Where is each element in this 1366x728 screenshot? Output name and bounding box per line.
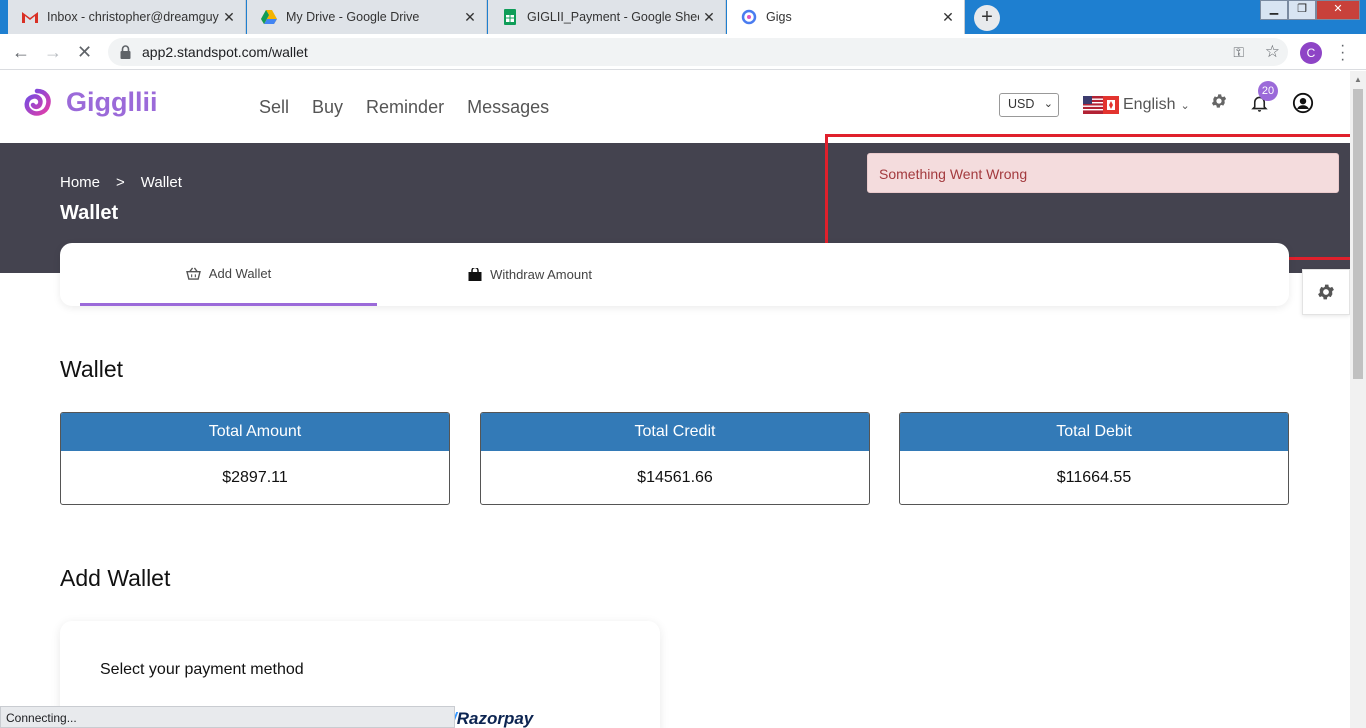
breadcrumb-separator: > bbox=[116, 174, 125, 191]
razorpay-label: Razorpay bbox=[456, 709, 534, 728]
wallet-tabs: Add Wallet Withdraw Amount bbox=[60, 243, 1289, 306]
browser-tab-title: Inbox - christopher@dreamguys.co.in bbox=[47, 10, 219, 24]
back-arrow-icon[interactable]: ← bbox=[12, 42, 30, 63]
sheets-icon bbox=[502, 9, 518, 25]
payment-method-label: Select your payment method bbox=[100, 661, 304, 678]
breadcrumb-current: Wallet bbox=[140, 174, 182, 191]
card-header: Total Credit bbox=[481, 413, 869, 451]
profile-avatar[interactable]: C bbox=[1300, 42, 1322, 64]
toast-highlight-box bbox=[825, 134, 1353, 260]
address-bar[interactable]: app2.standspot.com/wallet ⚿ ☆ bbox=[108, 38, 1288, 66]
gigglii-icon bbox=[741, 9, 757, 25]
flag-icon bbox=[1083, 96, 1119, 114]
drive-icon bbox=[261, 9, 277, 25]
nav-buy[interactable]: Buy bbox=[312, 97, 343, 118]
razorpay-option[interactable]: /Razorpay bbox=[452, 709, 533, 728]
browser-tab-gigs[interactable]: Gigs ✕ bbox=[727, 0, 965, 34]
page-scrollbar[interactable]: ▲ bbox=[1350, 71, 1366, 728]
card-value: $14561.66 bbox=[637, 469, 713, 486]
browser-status-bar: Connecting... bbox=[0, 706, 455, 728]
chevron-down-icon: ⌄ bbox=[1180, 99, 1190, 112]
url-text: app2.standspot.com/wallet bbox=[142, 44, 308, 60]
language-selector[interactable]: English ⌄ bbox=[1083, 96, 1190, 114]
browser-tab-title: GIGLII_Payment - Google Sheets bbox=[527, 10, 699, 24]
browser-tab-strip: Inbox - christopher@dreamguys.co.in ✕ My… bbox=[0, 0, 1366, 34]
total-credit-card: Total Credit $14561.66 bbox=[480, 412, 870, 505]
nav-sell[interactable]: Sell bbox=[259, 97, 289, 118]
lock-icon bbox=[120, 45, 131, 59]
browser-toolbar: ← → ✕ app2.standspot.com/wallet ⚿ ☆ C · ·… bbox=[0, 34, 1366, 70]
nav-reminder[interactable]: Reminder bbox=[366, 97, 444, 118]
wallet-section-title: Wallet bbox=[60, 356, 124, 382]
close-window-button[interactable]: ✕ bbox=[1316, 0, 1360, 20]
close-tab-icon[interactable]: ✕ bbox=[460, 9, 480, 26]
card-value: $2897.11 bbox=[222, 469, 288, 486]
minimize-window-button[interactable]: ▁ bbox=[1260, 0, 1288, 20]
add-wallet-title: Add Wallet bbox=[60, 565, 171, 591]
browser-tab-drive[interactable]: My Drive - Google Drive ✕ bbox=[247, 0, 487, 34]
bag-icon bbox=[468, 268, 482, 281]
gear-icon bbox=[1318, 284, 1334, 300]
tab-label: Add Wallet bbox=[208, 265, 272, 281]
close-tab-icon[interactable]: ✕ bbox=[938, 9, 958, 26]
new-tab-button[interactable]: + bbox=[974, 5, 1000, 31]
basket-icon bbox=[185, 267, 201, 280]
total-amount-card: Total Amount $2897.11 bbox=[60, 412, 450, 505]
site-header: Giggllii Sell Buy Reminder Messages USD … bbox=[0, 71, 1350, 143]
browser-tab-sheets[interactable]: GIGLII_Payment - Google Sheets ✕ bbox=[488, 0, 726, 34]
browser-tab-title: Gigs bbox=[766, 10, 792, 24]
user-account-icon[interactable] bbox=[1292, 92, 1314, 119]
gmail-icon bbox=[22, 9, 38, 25]
browser-tab-title: My Drive - Google Drive bbox=[286, 10, 420, 24]
browser-menu-icon[interactable]: · · · bbox=[1340, 38, 1345, 68]
card-value: $11664.55 bbox=[1056, 469, 1132, 486]
tab-withdraw-amount[interactable]: Withdraw Amount bbox=[380, 243, 680, 306]
scrollbar-thumb[interactable] bbox=[1353, 89, 1363, 379]
tab-add-wallet[interactable]: Add Wallet bbox=[80, 243, 377, 306]
currency-value: USD bbox=[1008, 97, 1035, 111]
stop-loading-icon[interactable]: ✕ bbox=[77, 42, 92, 63]
theme-settings-button[interactable] bbox=[1302, 269, 1350, 315]
notification-badge: 20 bbox=[1258, 81, 1278, 101]
breadcrumb: Home > Wallet bbox=[60, 174, 182, 191]
breadcrumb-home[interactable]: Home bbox=[60, 174, 100, 191]
nav-messages[interactable]: Messages bbox=[467, 97, 549, 118]
maximize-window-button[interactable]: ❐ bbox=[1288, 0, 1316, 20]
brand-name: Giggllii bbox=[66, 87, 158, 117]
close-tab-icon[interactable]: ✕ bbox=[219, 9, 239, 26]
scroll-up-icon[interactable]: ▲ bbox=[1354, 75, 1362, 84]
site-logo[interactable]: Giggllii bbox=[22, 87, 158, 118]
currency-select[interactable]: USD ⌄ bbox=[999, 93, 1059, 117]
browser-tab-gmail[interactable]: Inbox - christopher@dreamguys.co.in ✕ bbox=[8, 0, 246, 34]
card-header: Total Amount bbox=[61, 413, 449, 451]
main-nav: Sell Buy Reminder Messages bbox=[259, 97, 549, 118]
settings-gear-icon[interactable] bbox=[1210, 92, 1228, 115]
close-tab-icon[interactable]: ✕ bbox=[699, 9, 719, 26]
total-debit-card: Total Debit $11664.55 bbox=[899, 412, 1289, 505]
gigglii-logo-icon bbox=[24, 88, 51, 116]
language-label: English bbox=[1123, 96, 1176, 113]
bookmark-star-icon[interactable]: ☆ bbox=[1265, 42, 1280, 62]
card-header: Total Debit bbox=[900, 413, 1288, 451]
key-icon[interactable]: ⚿ bbox=[1233, 44, 1244, 61]
tab-label: Withdraw Amount bbox=[490, 267, 592, 282]
page-title: Wallet bbox=[60, 202, 119, 224]
chevron-down-icon: ⌄ bbox=[1043, 98, 1053, 110]
forward-arrow-icon[interactable]: → bbox=[44, 42, 62, 63]
